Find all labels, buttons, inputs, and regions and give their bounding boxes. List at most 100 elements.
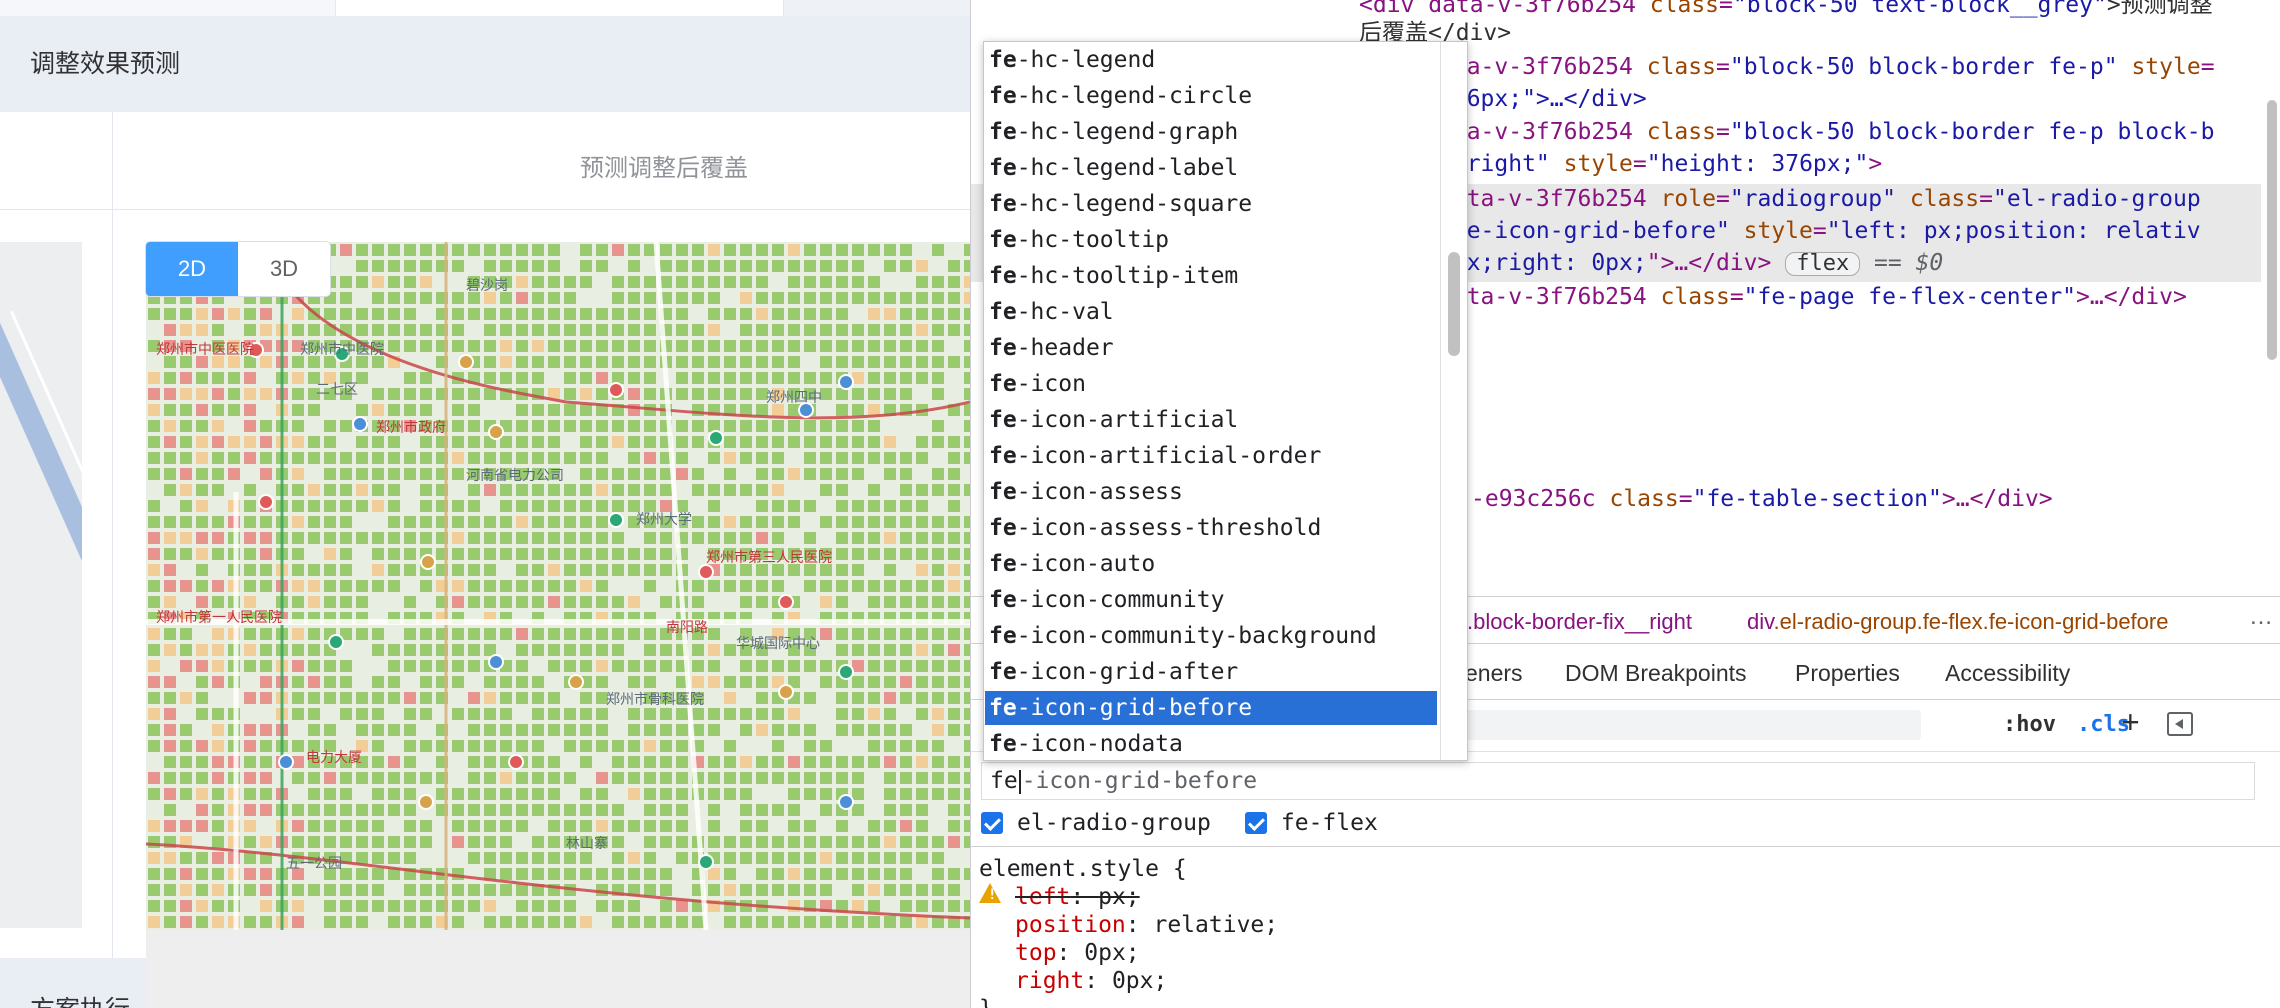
map-poi-pin[interactable]	[458, 354, 474, 370]
tab-dom-breakpoints[interactable]: DOM Breakpoints	[1565, 660, 1747, 687]
dom-node[interactable]: data-v-3f76b254 class="fe-page fe-flex-c…	[1439, 282, 2187, 312]
styles-filter-input[interactable]	[1461, 710, 1921, 740]
autocomplete-item[interactable]: fe-icon-community-background	[985, 619, 1437, 653]
autocomplete-item[interactable]: fe-icon-assess-threshold	[985, 511, 1437, 545]
autocomplete-item[interactable]: fe-hc-legend-circle	[985, 79, 1437, 113]
dom-node[interactable]: __right" style="height: 376px;">	[1439, 149, 1882, 179]
map-poi-pin[interactable]	[838, 794, 854, 810]
coverage-cell	[772, 356, 784, 368]
dom-scrollbar[interactable]	[2267, 100, 2277, 360]
map-poi-pin[interactable]	[508, 754, 524, 770]
coverage-grid-map[interactable]: 郑州市中医医院 郑州市中医院二七区郑州市政府河南省电力公司郑州大学郑州市第三人民医…	[146, 242, 970, 930]
map-poi-pin[interactable]	[418, 794, 434, 810]
map-poi-pin[interactable]	[778, 684, 794, 700]
map-poi-pin[interactable]	[420, 554, 436, 570]
coverage-cell	[404, 916, 416, 928]
autocomplete-item[interactable]: fe-icon-artificial-order	[985, 439, 1437, 473]
class-checkbox[interactable]	[981, 812, 1003, 834]
autocomplete-item[interactable]: fe-hc-val	[985, 295, 1437, 329]
map-poi-pin[interactable]	[698, 854, 714, 870]
coverage-cell	[804, 260, 816, 272]
coverage-cell	[260, 436, 272, 448]
autocomplete-item[interactable]: fe-hc-tooltip-item	[985, 259, 1437, 293]
autocomplete-item[interactable]: fe-hc-legend-label	[985, 151, 1437, 185]
dom-node[interactable]: 376px;">…</div>	[1439, 84, 1647, 114]
map-poi-pin[interactable]	[328, 634, 344, 650]
style-rule[interactable]: top: 0px;	[1015, 939, 1140, 967]
map-poi-pin[interactable]	[608, 382, 624, 398]
breadcrumb-item-selected[interactable]: div.el-radio-group.fe-flex.fe-icon-grid-…	[1747, 609, 2168, 635]
autocomplete-item[interactable]: fe-hc-legend-graph	[985, 115, 1437, 149]
dom-node[interactable]: <div data-v-3f76b254 class="block-50 tex…	[1359, 0, 2213, 20]
coverage-cell	[916, 804, 928, 816]
class-checkbox[interactable]	[1244, 812, 1267, 834]
coverage-cell	[308, 884, 320, 896]
dom-node[interactable]: ata-v-3f76b254 class="block-50 block-bor…	[1439, 117, 2215, 147]
autocomplete-item[interactable]: fe-icon-community	[985, 583, 1437, 617]
coverage-cell	[580, 372, 592, 384]
tab-accessibility[interactable]: Accessibility	[1945, 660, 2070, 687]
map-poi-pin[interactable]	[258, 494, 274, 510]
map-poi-pin[interactable]	[352, 416, 368, 432]
coverage-cell	[932, 708, 944, 720]
autocomplete-item[interactable]: fe-hc-legend	[985, 43, 1437, 77]
hov-toggle[interactable]: :hov	[2003, 712, 2056, 737]
add-class-input[interactable]: fe -icon-grid-before	[981, 762, 2255, 800]
tab-event-listeners[interactable]: eners	[1465, 660, 1523, 687]
view-toggle[interactable]: 2D 3D	[146, 242, 330, 296]
map-poi-pin[interactable]	[778, 594, 794, 610]
view-2d-button[interactable]: 2D	[146, 242, 238, 296]
coverage-cell	[596, 436, 608, 448]
dom-node[interactable]: -e93c256c class="fe-table-section">…</di…	[1471, 484, 2053, 514]
autocomplete-item-selected[interactable]: fe-icon-grid-before	[985, 691, 1437, 725]
view-3d-button[interactable]: 3D	[238, 242, 330, 296]
coverage-cell	[868, 276, 880, 288]
map-poi-pin[interactable]	[568, 674, 584, 690]
dom-node-selected[interactable]: data-v-3f76b254 role="radiogroup" class=…	[1439, 184, 2201, 214]
breadcrumb-item[interactable]: .block-border-fix__right	[1467, 609, 1692, 635]
toggle-sidebar-icon[interactable]	[2167, 712, 2193, 736]
coverage-cell	[628, 916, 640, 928]
map-poi-pin[interactable]	[708, 430, 724, 446]
class-autocomplete-dropdown[interactable]: fe-hc-legend fe-hc-legend-circle fe-hc-leg…	[983, 41, 1468, 761]
autocomplete-item[interactable]: fe-icon-artificial	[985, 403, 1437, 437]
coverage-cell	[212, 756, 224, 768]
flex-badge[interactable]: flex	[1785, 252, 1861, 276]
autocomplete-item[interactable]: fe-header	[985, 331, 1437, 365]
map-poi-pin[interactable]	[608, 512, 624, 528]
autocomplete-item[interactable]: fe-icon-grid-after	[985, 655, 1437, 689]
autocomplete-scrollbar-thumb[interactable]	[1448, 252, 1460, 356]
autocomplete-item[interactable]: fe-hc-tooltip	[985, 223, 1437, 257]
map-poi-pin[interactable]	[838, 374, 854, 390]
map-poi-pin[interactable]	[488, 654, 504, 670]
before-map-thumbnail[interactable]	[0, 242, 82, 928]
coverage-cell	[708, 260, 720, 272]
coverage-cell	[724, 516, 736, 528]
map-poi-pin[interactable]	[278, 754, 294, 770]
coverage-cell	[676, 292, 688, 304]
coverage-cell	[836, 292, 848, 304]
style-rule[interactable]: right: 0px;	[1015, 967, 1167, 995]
style-rule-invalid[interactable]: left: px;	[1015, 883, 1140, 911]
dom-node[interactable]: ata-v-3f76b254 class="block-50 block-bor…	[1439, 52, 2215, 82]
coverage-cell	[580, 852, 592, 864]
style-rule[interactable]: position: relative;	[1015, 911, 1278, 939]
coverage-cell	[852, 644, 864, 656]
map-poi-pin[interactable]	[698, 564, 714, 580]
map-poi-pin[interactable]	[838, 664, 854, 680]
autocomplete-item[interactable]: fe-icon-nodata	[985, 727, 1437, 760]
autocomplete-item[interactable]: fe-icon-assess	[985, 475, 1437, 509]
dom-node-selected[interactable]: 0px;right: 0px;">…</div> flex == $0	[1439, 248, 1943, 278]
new-rule-icon[interactable]: +	[2121, 704, 2140, 741]
coverage-map[interactable]: 郑州市中医医院 郑州市中医院 二七区 郑州市政府 河南省电力公司 郑州大学 郑州市第三人民医…	[146, 242, 970, 930]
autocomplete-scrollbar-track[interactable]	[1440, 42, 1467, 760]
coverage-cell	[308, 452, 320, 464]
autocomplete-item[interactable]: fe-icon	[985, 367, 1437, 401]
autocomplete-item[interactable]: fe-icon-auto	[985, 547, 1437, 581]
autocomplete-item[interactable]: fe-hc-legend-square	[985, 187, 1437, 221]
coverage-cell	[500, 692, 512, 704]
breadcrumb-more-icon[interactable]: …	[2249, 603, 2273, 631]
map-poi-pin[interactable]	[488, 424, 504, 440]
tab-properties[interactable]: Properties	[1795, 660, 1900, 687]
dom-node-selected[interactable]: fe-icon-grid-before" style="left: px;pos…	[1439, 216, 2201, 246]
